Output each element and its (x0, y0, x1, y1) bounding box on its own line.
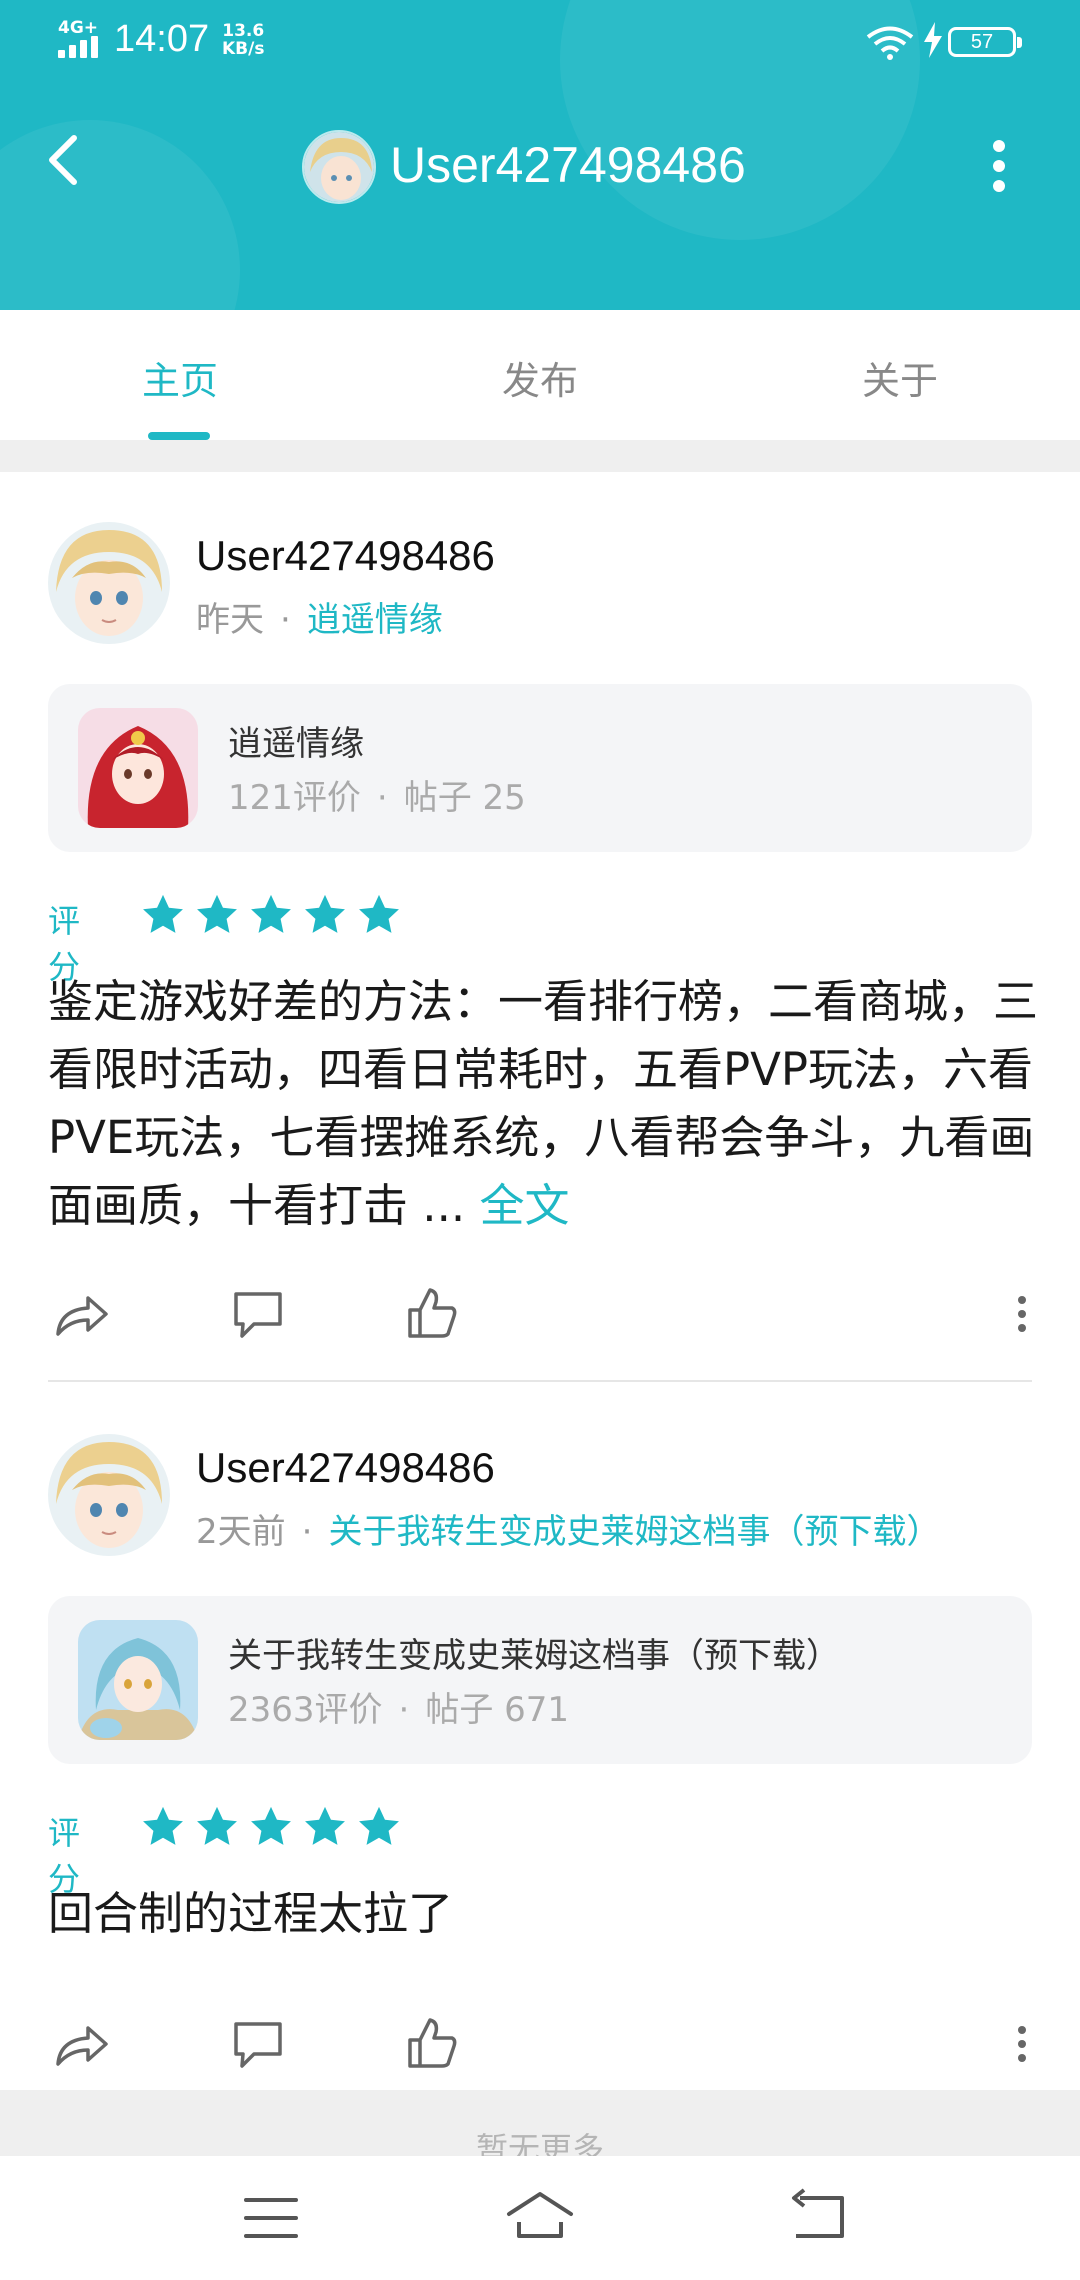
more-vertical-icon[interactable] (1004, 2014, 1040, 2074)
star-icon (305, 894, 345, 933)
home-icon[interactable] (505, 2186, 575, 2250)
tab-bar: 主页 发布 关于 (0, 310, 1080, 440)
avatar[interactable] (48, 522, 170, 644)
star-icon (305, 1806, 345, 1845)
star-icon (143, 894, 183, 933)
meta-separator: · (280, 600, 291, 640)
post-count: 帖子 25 (403, 778, 526, 818)
post-body[interactable]: 鉴定游戏好差的方法：一看排行榜，二看商城，三看限时活动，四看日常耗时，五看PVP… (48, 968, 1038, 1240)
charging-icon (924, 22, 942, 58)
like-icon[interactable] (402, 1284, 462, 1344)
comment-icon[interactable] (228, 2014, 288, 2074)
back-nav-icon[interactable] (782, 2186, 852, 2250)
game-link[interactable]: 关于我转生变成史莱姆这档事（预下载） (328, 1512, 940, 1552)
tab-about[interactable]: 关于 (800, 350, 1000, 405)
game-name: 关于我转生变成史莱姆这档事（预下载） (228, 1636, 840, 1676)
app-header: 4G+ 14:07 13.6 KB/s 57 User427498486 (0, 0, 1080, 310)
top-bar: User427498486 (0, 110, 1080, 230)
game-icon (78, 1620, 198, 1740)
post-divider (48, 1380, 1032, 1382)
page-title: User427498486 (390, 137, 746, 193)
game-link[interactable]: 逍遥情缘 (307, 600, 443, 640)
system-nav-bar (0, 2156, 1080, 2280)
post-time: 昨天 (196, 600, 264, 640)
read-more-link[interactable]: 全文 (465, 1179, 570, 1232)
share-icon[interactable] (52, 1284, 112, 1344)
tab-posts[interactable]: 发布 (440, 350, 640, 405)
author-name[interactable]: User427498486 (196, 532, 495, 580)
game-stats: 121评价 · 帖子 25 (228, 770, 526, 819)
wifi-icon (866, 26, 914, 60)
star-icon (251, 894, 291, 933)
speed-value: 13.6 (222, 21, 265, 41)
more-vertical-icon[interactable] (1004, 1284, 1040, 1344)
avatar[interactable] (48, 1434, 170, 1556)
post-meta: 昨天 · 逍遥情缘 (196, 592, 443, 641)
stats-separator: · (398, 1690, 410, 1730)
back-icon[interactable] (36, 130, 96, 190)
signal-icon (58, 36, 102, 58)
tab-indicator (148, 432, 210, 440)
clock: 14:07 (114, 18, 210, 60)
post-body[interactable]: 回合制的过程太拉了 (48, 1880, 1038, 1948)
game-name: 逍遥情缘 (228, 724, 364, 764)
status-bar: 4G+ 14:07 13.6 KB/s 57 (0, 0, 1080, 84)
post-meta: 2天前 · 关于我转生变成史莱姆这档事（预下载） (196, 1504, 940, 1553)
network-type: 4G+ (58, 18, 99, 38)
review-count: 2363评价 (228, 1690, 383, 1730)
meta-separator: · (301, 1512, 313, 1552)
game-stats: 2363评价 · 帖子 671 (228, 1682, 569, 1731)
more-vertical-icon[interactable] (984, 136, 1014, 196)
menu-icon[interactable] (236, 2186, 306, 2250)
post-time: 2天前 (196, 1512, 286, 1552)
share-icon[interactable] (52, 2014, 112, 2074)
star-icon (251, 1806, 291, 1845)
speed-unit: KB/s (222, 39, 265, 59)
review-count: 121评价 (228, 778, 361, 818)
net-speed: 13.6 KB/s (222, 22, 264, 58)
game-card[interactable]: 关于我转生变成史莱姆这档事（预下载） 2363评价 · 帖子 671 (48, 1596, 1032, 1764)
star-icon (359, 1806, 399, 1845)
game-card[interactable]: 逍遥情缘 121评价 · 帖子 25 (48, 684, 1032, 852)
game-icon (78, 708, 198, 828)
stats-separator: · (376, 778, 388, 818)
star-icon (143, 1806, 183, 1845)
tab-home[interactable]: 主页 (80, 350, 280, 405)
star-icon (197, 894, 237, 933)
comment-icon[interactable] (228, 1284, 288, 1344)
section-gap (0, 440, 1080, 472)
star-icon (197, 1806, 237, 1845)
post-text: 回合制的过程太拉了 (48, 1887, 454, 1940)
author-name[interactable]: User427498486 (196, 1444, 495, 1492)
battery-icon: 57 (948, 27, 1022, 57)
post-count: 帖子 671 (425, 1690, 570, 1730)
header-avatar[interactable] (302, 130, 376, 204)
star-icon (359, 894, 399, 933)
like-icon[interactable] (402, 2014, 462, 2074)
